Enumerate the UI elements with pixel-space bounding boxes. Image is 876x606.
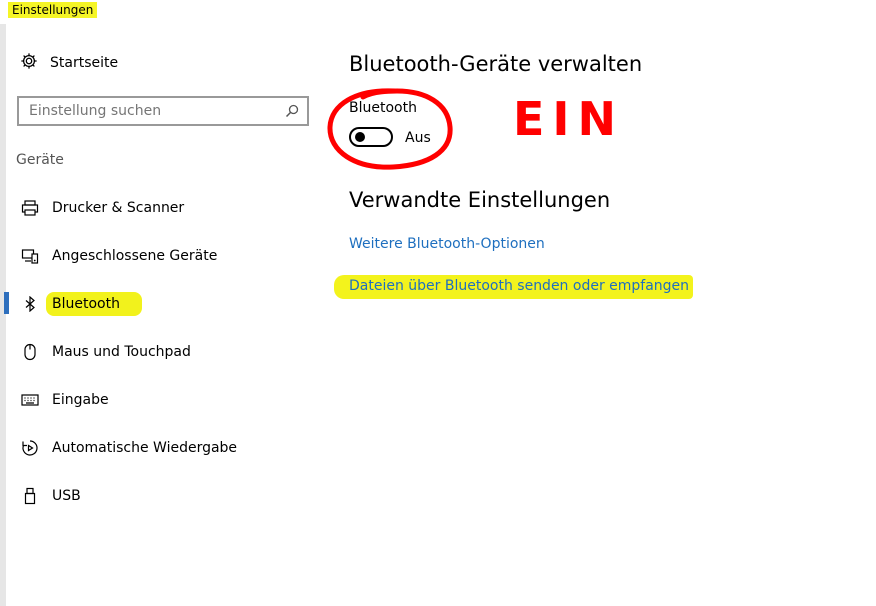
devices-icon bbox=[20, 246, 40, 266]
sidebar-item-mouse[interactable]: Maus und Touchpad bbox=[0, 328, 320, 376]
sidebar-item-printers[interactable]: Drucker & Scanner bbox=[0, 184, 320, 232]
red-circle-annotation bbox=[327, 88, 453, 170]
ein-annotation-text: EIN bbox=[513, 92, 624, 142]
sidebar-item-label: Angeschlossene Geräte bbox=[52, 248, 218, 264]
printer-icon bbox=[20, 198, 40, 218]
section-label-devices: Geräte bbox=[16, 152, 64, 168]
sidebar-item-autoplay[interactable]: Automatische Wiedergabe bbox=[0, 424, 320, 472]
sidebar-item-label: USB bbox=[52, 488, 81, 504]
sidebar-item-label: Automatische Wiedergabe bbox=[52, 440, 238, 456]
bluetooth-icon bbox=[20, 294, 40, 314]
search-icon[interactable] bbox=[285, 104, 299, 118]
gear-icon bbox=[20, 52, 38, 74]
usb-icon bbox=[20, 486, 40, 506]
autoplay-icon bbox=[20, 438, 40, 458]
nav-home[interactable]: Startseite bbox=[20, 52, 118, 74]
page-title: Bluetooth-Geräte verwalten bbox=[349, 52, 643, 76]
keyboard-icon bbox=[20, 390, 40, 410]
ein-annotation: EIN bbox=[513, 92, 624, 142]
sidebar-item-bluetooth[interactable]: Bluetooth bbox=[0, 280, 320, 328]
search-input[interactable] bbox=[27, 102, 285, 120]
sidebar-item-label: Bluetooth bbox=[46, 292, 142, 316]
sidebar-item-label: Eingabe bbox=[52, 392, 109, 408]
send-receive-files-link[interactable]: Dateien über Bluetooth senden oder empfa… bbox=[334, 275, 694, 299]
sidebar-item-input[interactable]: Eingabe bbox=[0, 376, 320, 424]
sidebar-item-label: Maus und Touchpad bbox=[52, 344, 191, 360]
related-settings-title: Verwandte Einstellungen bbox=[349, 188, 611, 212]
sidebar-item-usb[interactable]: USB bbox=[0, 472, 320, 520]
sidebar-nav: Drucker & Scanner Angeschlossene Geräte … bbox=[0, 184, 320, 520]
search-box[interactable] bbox=[17, 96, 309, 126]
window-title: Einstellungen bbox=[8, 2, 98, 18]
mouse-icon bbox=[20, 342, 40, 362]
nav-home-label: Startseite bbox=[50, 55, 119, 71]
more-bluetooth-options-link[interactable]: Weitere Bluetooth-Optionen bbox=[349, 236, 545, 252]
sidebar-item-connected-devices[interactable]: Angeschlossene Geräte bbox=[0, 232, 320, 280]
sidebar-item-label: Drucker & Scanner bbox=[52, 200, 185, 216]
